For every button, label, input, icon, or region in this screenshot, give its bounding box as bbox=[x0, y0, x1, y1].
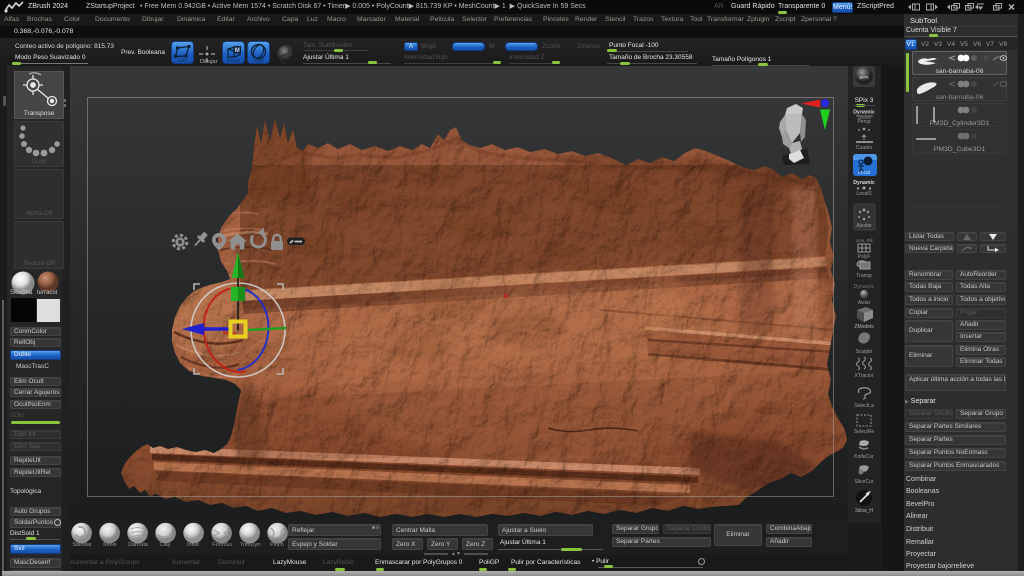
svg-text:LocalS: LocalS bbox=[856, 191, 872, 197]
svg-text:Sculptri: Sculptri bbox=[856, 349, 873, 355]
svg-text:Girar: Girar bbox=[253, 58, 264, 64]
svg-text:KnifeCur: KnifeCur bbox=[854, 454, 874, 460]
svg-text:Dynamic: Dynamic bbox=[853, 110, 875, 116]
svg-text:XTractor: XTractor bbox=[855, 373, 874, 379]
svg-text:SPix 3: SPix 3 bbox=[855, 97, 874, 104]
svg-text:SelectRe: SelectRe bbox=[854, 429, 875, 435]
svg-text:M: M bbox=[235, 48, 240, 54]
svg-text:Dynamic: Dynamic bbox=[853, 180, 875, 186]
svg-text:3dcw_H: 3dcw_H bbox=[855, 508, 873, 514]
svg-text:Dynamic: Dynamic bbox=[854, 284, 875, 290]
svg-text:Persp: Persp bbox=[857, 119, 870, 125]
svg-text:BPR: BPR bbox=[859, 75, 869, 80]
svg-text:SelectLa: SelectLa bbox=[854, 403, 874, 409]
svg-text:PolyF: PolyF bbox=[858, 254, 871, 260]
svg-text:Local: Local bbox=[858, 170, 870, 176]
svg-text:Transp: Transp bbox=[856, 273, 872, 279]
svg-text:Mover: Mover bbox=[227, 58, 241, 64]
svg-text:ZModels: ZModels bbox=[854, 324, 874, 330]
svg-text:Line, Fill: Line, Fill bbox=[855, 238, 872, 243]
svg-text:Cuadro: Cuadro bbox=[856, 145, 873, 151]
svg-text:Ajustar: Ajustar bbox=[856, 223, 872, 229]
svg-text:Edit: Edit bbox=[178, 58, 187, 64]
svg-text:SliceCur: SliceCur bbox=[855, 479, 874, 485]
svg-text:Aislar: Aislar bbox=[858, 300, 871, 306]
